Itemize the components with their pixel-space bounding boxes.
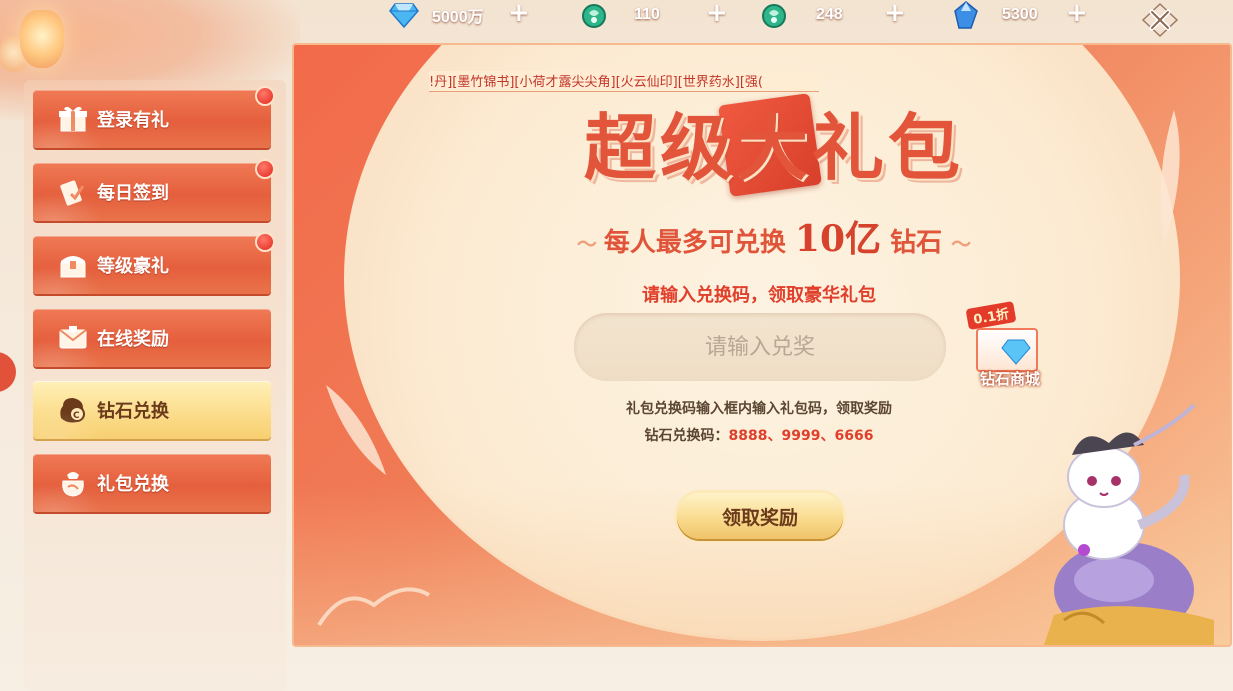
subtitle-prefix: 每人最多可兑换 — [603, 228, 786, 258]
gift-code-panel: !丹][墨竹锦书][小荷才露尖尖角][火云仙印][世界药水][强( 超级大礼包 … — [292, 43, 1232, 647]
chest-icon — [55, 247, 91, 283]
notification-badge — [255, 159, 275, 179]
subtitle-suffix: 钻石 — [890, 228, 943, 258]
notification-badge — [255, 86, 275, 106]
sidebar-item-daily-checkin[interactable]: 每日签到 — [33, 159, 275, 221]
sidebar-item-label: 登录有礼 — [97, 110, 169, 131]
sidebar-item-diamond-exchange[interactable]: C 钻石兑换 — [33, 381, 271, 439]
redeem-code-input[interactable] — [574, 313, 946, 381]
diamond-icon — [388, 1, 420, 29]
subtitle-decoration: 〜 — [576, 232, 604, 256]
close-button[interactable] — [1140, 2, 1180, 38]
currency-jade-2: 248 — [758, 0, 843, 30]
crystal-icon — [950, 1, 982, 29]
sidebar-item-label: 在线奖励 — [97, 329, 169, 350]
online-reward-icon — [55, 320, 91, 356]
currency-bar: 5000万 + 110 + 248 + 5300 + — [380, 0, 1160, 30]
diamond-exchange-icon: C — [55, 392, 91, 428]
currency-crystal: 5300 — [950, 0, 1038, 30]
notification-badge — [255, 232, 275, 252]
sidebar-item-label: 每日签到 — [97, 183, 169, 204]
diamond-code-hint: 钻石兑换码：8888、9999、6666 — [544, 425, 974, 445]
sidebar-item-label: 等级豪礼 — [97, 256, 169, 277]
title-text: 超级大礼包 — [583, 105, 964, 190]
lantern-decoration — [20, 10, 64, 68]
sidebar-item-online-reward[interactable]: 在线奖励 — [33, 309, 271, 367]
currency-value: 5000万 — [432, 9, 484, 26]
subtitle: 〜 每人最多可兑换 10亿 钻石 〜 — [494, 210, 1054, 262]
subtitle-amount: 10亿 — [794, 218, 881, 260]
page-title: 超级大礼包 — [534, 89, 1014, 199]
dragon-mascot — [1044, 403, 1214, 645]
jade-coin-icon — [578, 1, 610, 29]
sidebar-item-gift-exchange[interactable]: 礼包兑换 — [33, 454, 271, 512]
side-collapse-tab[interactable] — [0, 352, 16, 392]
diamond-shop-button[interactable]: 0.1折 钻石商城 — [962, 300, 1052, 390]
feather-decoration — [1160, 110, 1180, 245]
sidebar-item-label: 礼包兑换 — [97, 474, 169, 495]
add-jade-button[interactable]: + — [706, 0, 728, 26]
shop-icon — [976, 328, 1038, 372]
currency-diamond: 5000万 — [388, 0, 484, 30]
diamond-code-values: 8888、9999、6666 — [728, 428, 874, 444]
sidebar-item-login-gift[interactable]: 登录有礼 — [33, 86, 275, 148]
sidebar: 登录有礼 每日签到 等级豪礼 在线奖励 C 钻石兑换 礼包兑换 — [24, 80, 286, 691]
checkin-icon — [55, 174, 91, 210]
add-crystal-button[interactable]: + — [1066, 0, 1088, 26]
currency-value: 5300 — [1002, 6, 1038, 23]
diamond-code-label: 钻石兑换码： — [644, 428, 729, 444]
subtitle-decoration: 〜 — [951, 232, 972, 256]
jade-coin-icon — [758, 1, 790, 29]
gift-icon — [55, 101, 91, 137]
add-diamond-button[interactable]: + — [508, 0, 530, 26]
redeem-prompt: 请输入兑换码，领取豪华礼包 — [642, 285, 876, 306]
feather-decoration — [317, 587, 431, 627]
gift-bag-icon — [55, 465, 91, 501]
feather-decoration — [326, 385, 386, 475]
close-icon — [1141, 2, 1179, 38]
sidebar-item-level-gift[interactable]: 等级豪礼 — [33, 232, 275, 294]
currency-jade: 110 — [578, 0, 660, 30]
sidebar-item-label: 钻石兑换 — [97, 401, 169, 422]
add-jade-2-button[interactable]: + — [884, 0, 906, 26]
claim-reward-button[interactable]: 领取奖励 — [677, 493, 843, 539]
discount-tag: 0.1折 — [965, 300, 1017, 331]
currency-value: 110 — [634, 6, 660, 23]
currency-value: 248 — [816, 6, 843, 23]
svg-text:C: C — [73, 411, 80, 421]
redeem-hint: 礼包兑换码输入框内输入礼包码，领取奖励 — [626, 401, 892, 417]
